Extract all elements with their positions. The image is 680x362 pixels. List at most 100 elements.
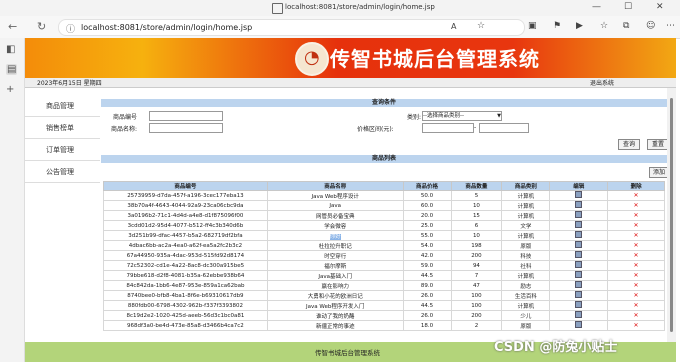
- query-button[interactable]: 查询: [618, 139, 640, 150]
- table-row: 3a0196b2-71c1-4d4d-a4e8-d1f875096f00 网管员必…: [103, 210, 665, 221]
- edit-cell: [549, 210, 609, 221]
- table-cell: Java Web程序设计: [266, 190, 404, 201]
- cell-text: 4dbac6bb-ac2a-4ea0-a62f-ea5a2fc2b3c2: [128, 242, 243, 249]
- delete-icon[interactable]: ✕: [634, 252, 639, 259]
- edit-icon[interactable]: [575, 201, 583, 208]
- sidebar-item-notices[interactable]: 公告管理: [25, 161, 100, 183]
- price-max-input[interactable]: [479, 123, 529, 133]
- edit-icon[interactable]: [575, 301, 583, 308]
- read-aloud-icon[interactable]: A: [451, 22, 456, 31]
- cell-text: 6: [474, 222, 479, 229]
- more-icon[interactable]: ⋯: [666, 21, 675, 31]
- sidebar-item-label: 公告管理: [46, 168, 74, 176]
- cell-text: 生活百科: [514, 293, 537, 300]
- back-icon[interactable]: ←: [8, 20, 17, 33]
- sidebar-item-products[interactable]: 商品管理: [25, 95, 100, 117]
- delete-icon[interactable]: ✕: [634, 312, 639, 319]
- delete-icon[interactable]: ✕: [634, 242, 639, 249]
- maximize-icon[interactable]: ☐: [624, 2, 632, 12]
- table-cell: 计算机: [501, 200, 551, 211]
- column-header: 编辑: [549, 181, 609, 191]
- delete-icon[interactable]: ✕: [634, 212, 639, 219]
- edit-icon[interactable]: [575, 191, 583, 198]
- table-cell: 38b70a4f-4643-4044-92a9-23ca06cbc9da: [103, 200, 268, 211]
- favorite-icon[interactable]: ☆: [477, 21, 485, 31]
- edit-icon[interactable]: [575, 231, 583, 238]
- cell-text: 200: [471, 252, 482, 259]
- close-icon[interactable]: ✕: [656, 2, 664, 12]
- table-row: 25739959-d7da-457f-a196-3cec177eba13 Java…: [103, 190, 665, 201]
- play-icon[interactable]: ▶: [576, 21, 583, 31]
- edit-cell: [549, 200, 609, 211]
- edit-icon[interactable]: [575, 321, 583, 328]
- delete-icon[interactable]: ✕: [634, 282, 639, 289]
- cell-text: 计算机: [517, 273, 535, 280]
- cell-text: 79bbe618-d2f8-4081-b35a-62ebbe938b64: [126, 272, 245, 279]
- table-cell: 2: [450, 320, 503, 331]
- date-bar: 2023年6月15日 星期四 退出系统: [25, 78, 676, 88]
- edit-cell: [549, 280, 609, 291]
- edit-icon[interactable]: [575, 241, 583, 248]
- table-cell: 励志: [501, 280, 551, 291]
- table-cell: 时空穿行: [266, 250, 404, 261]
- delete-icon[interactable]: ✕: [634, 202, 639, 209]
- edit-icon[interactable]: [575, 251, 583, 258]
- cell-text: Java Web程序开发入门: [306, 303, 365, 310]
- cell-text: 计算机: [517, 213, 535, 220]
- product-name-input[interactable]: [149, 123, 223, 133]
- delete-icon[interactable]: ✕: [634, 292, 639, 299]
- favorites-icon[interactable]: ☆: [600, 21, 608, 31]
- category-select[interactable]: --选择商品类别-- ▼: [422, 111, 502, 121]
- delete-icon[interactable]: ✕: [634, 222, 639, 229]
- cell-text: 94: [472, 262, 480, 269]
- delete-icon[interactable]: ✕: [634, 272, 639, 279]
- logout-link[interactable]: 退出系统: [590, 78, 614, 87]
- minimize-icon[interactable]: —: [592, 2, 601, 12]
- refresh-icon[interactable]: ↻: [37, 20, 46, 33]
- cell-text: 44.5: [420, 272, 434, 279]
- edit-icon[interactable]: [575, 311, 583, 318]
- table-cell: 60.0: [402, 200, 452, 211]
- add-button[interactable]: 添加: [649, 167, 669, 178]
- sidebar: 商品管理 销售榜单 订单管理 公告管理: [25, 88, 100, 342]
- delete-icon[interactable]: ✕: [634, 262, 639, 269]
- cell-text: 社科: [520, 263, 532, 270]
- tab-panel-icon[interactable]: ◧: [6, 44, 15, 55]
- product-id-label: 商品编号: [113, 114, 138, 121]
- cell-text: 计算机: [517, 193, 535, 200]
- info-icon[interactable]: ⓘ: [66, 22, 75, 35]
- edit-icon[interactable]: [575, 211, 583, 218]
- delete-icon[interactable]: ✕: [634, 302, 639, 309]
- scrollbar[interactable]: [667, 88, 676, 342]
- delete-cell: ✕: [607, 310, 665, 321]
- current-tab-icon[interactable]: ▤: [6, 64, 18, 75]
- new-tab-icon[interactable]: +: [6, 84, 14, 95]
- cell-text: 10: [472, 232, 480, 239]
- extension-icon[interactable]: ⚑: [553, 21, 561, 31]
- delete-icon[interactable]: ✕: [634, 192, 639, 199]
- delete-icon[interactable]: ✕: [634, 232, 639, 239]
- product-id-input[interactable]: [149, 111, 223, 121]
- edit-icon[interactable]: [575, 291, 583, 298]
- table-cell: 文学: [501, 220, 551, 231]
- sidebar-item-orders[interactable]: 订单管理: [25, 139, 100, 161]
- sidebar-item-sales[interactable]: 销售榜单: [25, 117, 100, 139]
- delete-cell: ✕: [607, 190, 665, 201]
- table-cell: 网管员必备宝典: [266, 210, 404, 221]
- profile-icon[interactable]: ☺: [646, 21, 655, 31]
- collections-icon[interactable]: ⧉: [623, 21, 629, 31]
- reset-button[interactable]: 重置: [647, 139, 669, 150]
- cell-text: 5: [474, 192, 479, 199]
- edit-icon[interactable]: [575, 271, 583, 278]
- delete-icon[interactable]: ✕: [634, 322, 639, 329]
- price-min-input[interactable]: [422, 123, 474, 133]
- edit-icon[interactable]: [575, 281, 583, 288]
- address-bar[interactable]: ⓘ localhost:8081/store/admin/login/home.…: [58, 19, 525, 36]
- scrollbar-thumb[interactable]: [670, 98, 673, 332]
- edit-icon[interactable]: [575, 261, 583, 268]
- edit-icon[interactable]: [575, 221, 583, 228]
- cell-text: 84c842da-1bb6-4e87-953e-859a1ca62bab: [126, 282, 245, 289]
- table-cell: 100: [450, 290, 503, 301]
- table-cell: Java: [266, 200, 404, 211]
- split-screen-icon[interactable]: ▣: [528, 21, 537, 31]
